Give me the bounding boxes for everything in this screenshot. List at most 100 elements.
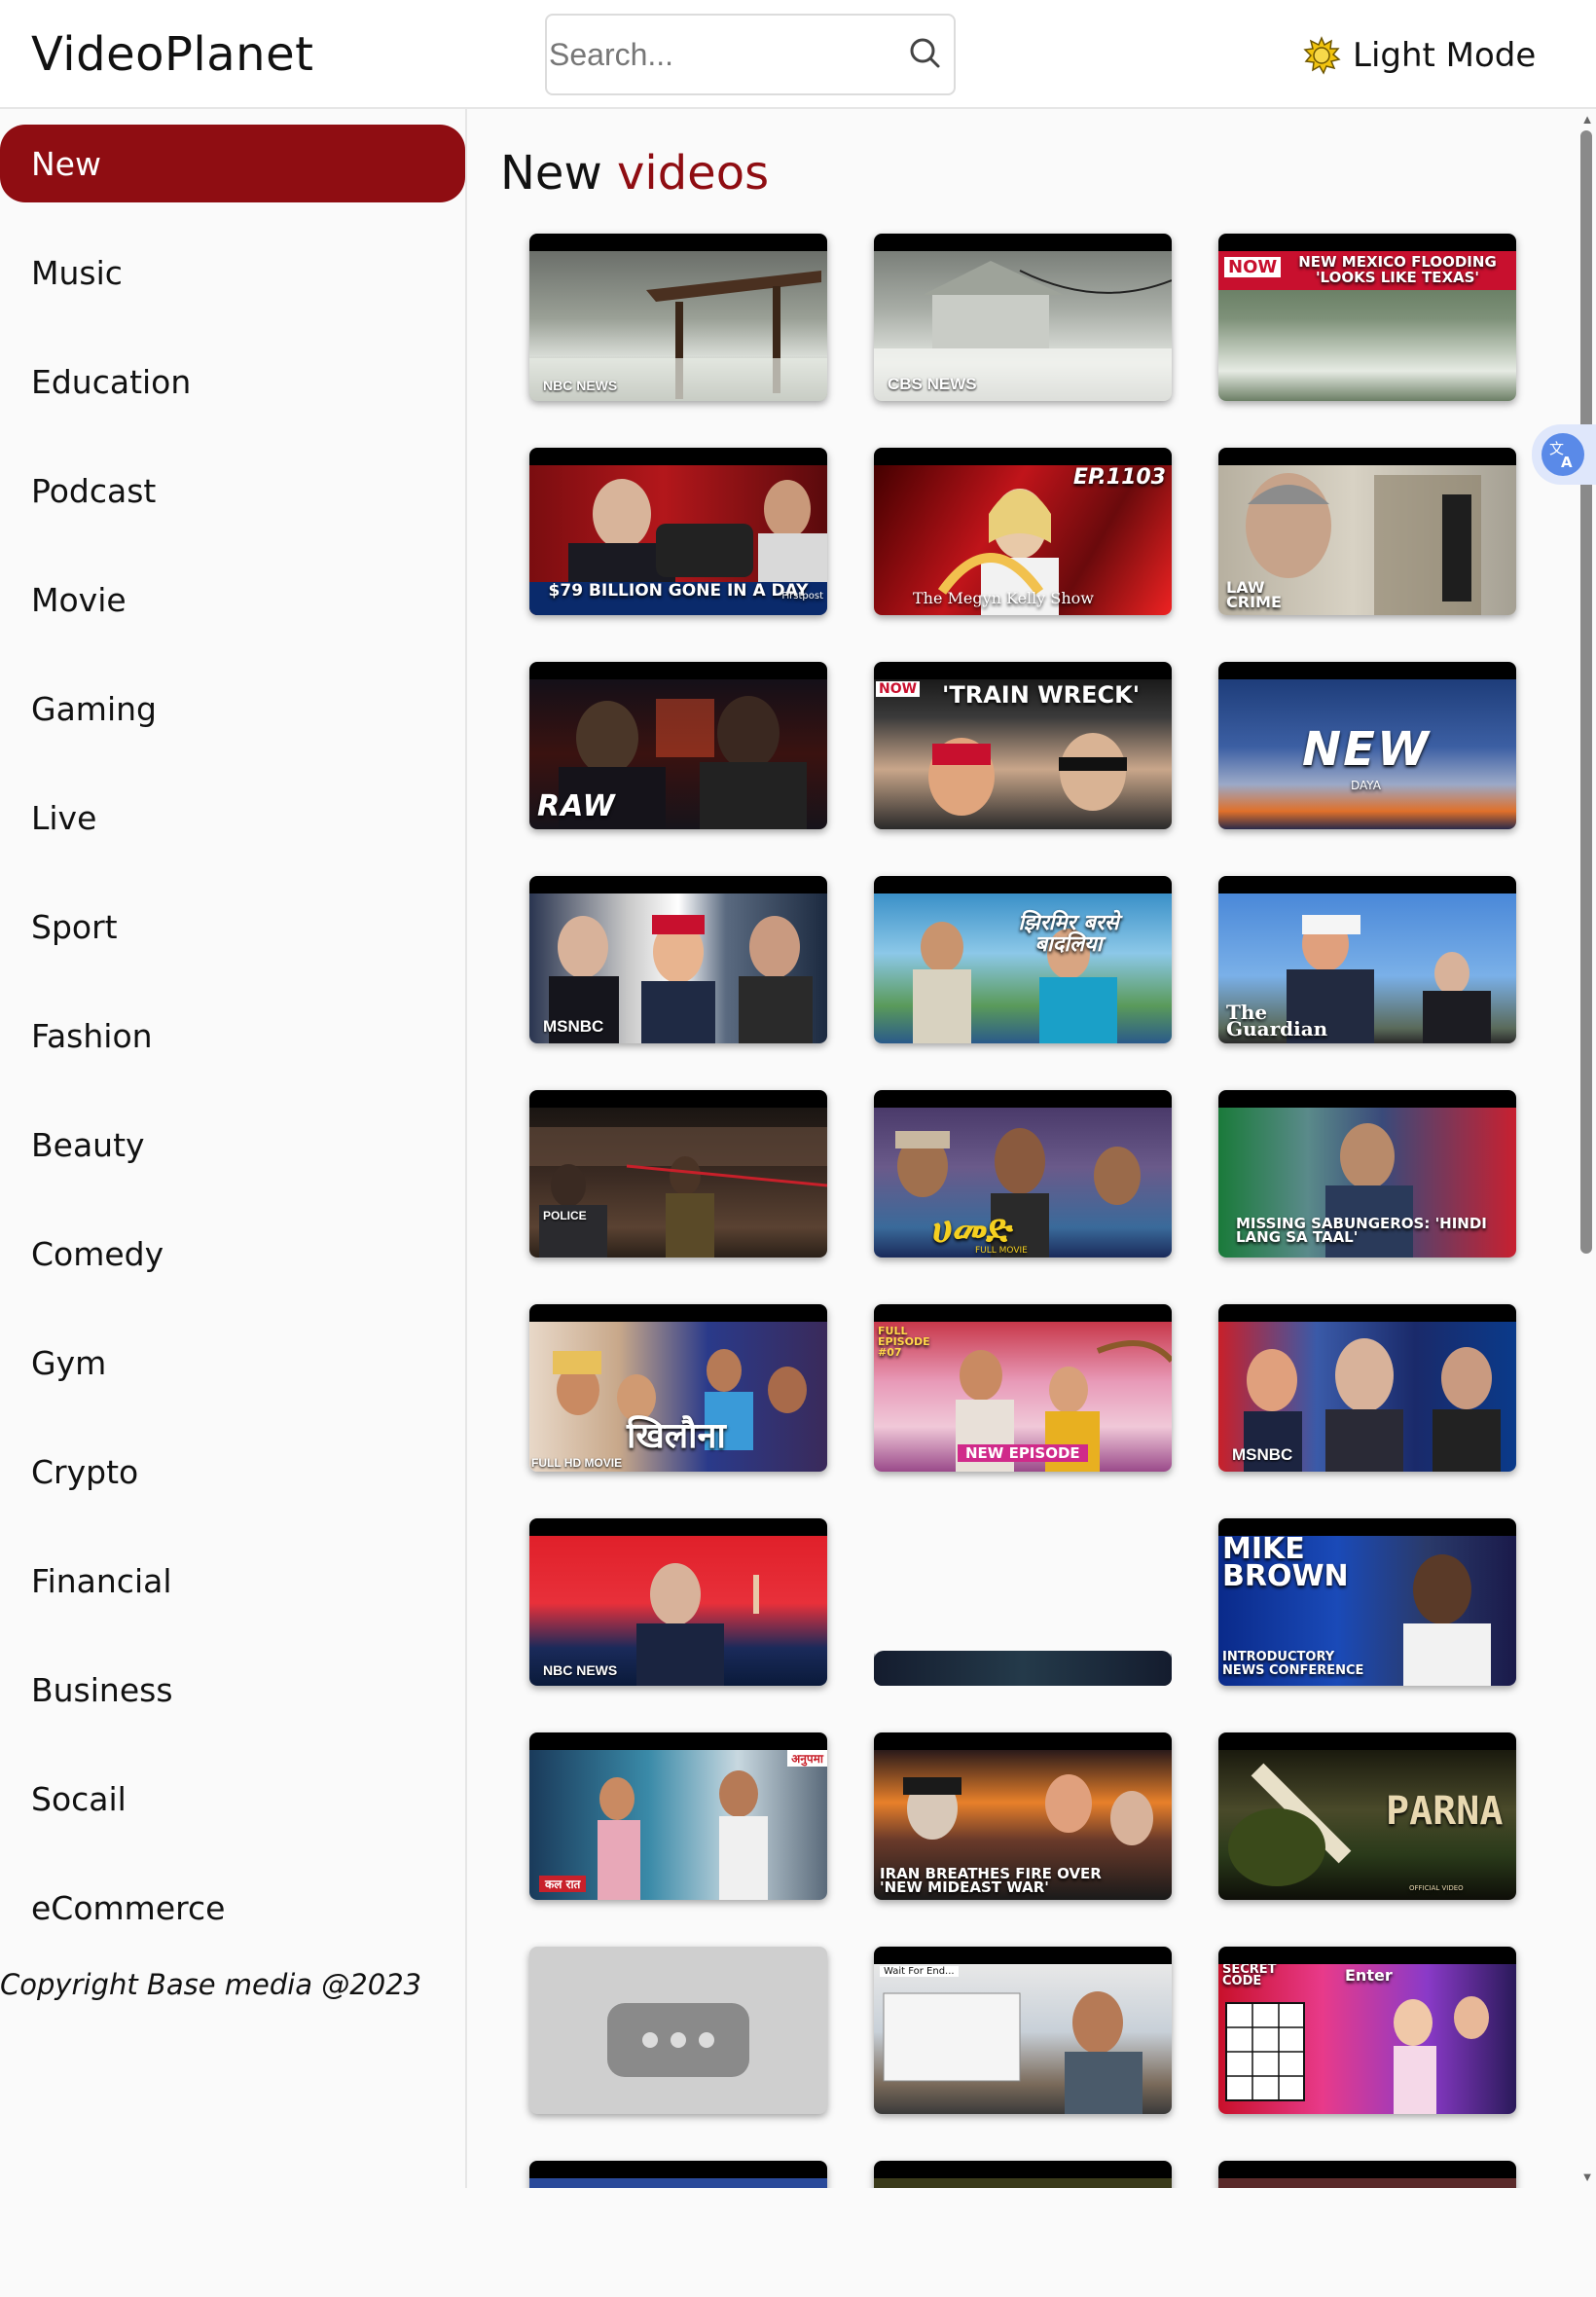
sidebar-item-socail[interactable]: Socail [0, 1760, 465, 1838]
search-button[interactable] [899, 29, 950, 80]
night-scene-image [529, 1127, 827, 1258]
video-thumbnail[interactable]: ሀመድ FULL MOVIE [874, 1090, 1172, 1258]
video-caption: NEW EPISODE [958, 1444, 1088, 1462]
channel-badge: DAYA [1351, 779, 1381, 792]
video-caption: NEW MEXICO FLOODING 'LOOKS LIKE TEXAS' [1298, 253, 1497, 286]
video-caption: RAW [537, 789, 616, 823]
video-thumbnail[interactable]: NBC NEWS [529, 1518, 827, 1686]
video-caption: कल रात [539, 1876, 587, 1892]
video-caption: MSNBC [1232, 1445, 1293, 1465]
sidebar-item-movie[interactable]: Movie [0, 561, 465, 638]
video-thumbnail[interactable]: NBC NEWS [529, 234, 827, 401]
copyright-text: Copyright Base media @2023 [0, 1968, 422, 2001]
channel-badge: OFFICIAL VIDEO [1409, 1884, 1464, 1892]
video-caption: SECRET CODE [1222, 1962, 1277, 1988]
video-caption: The Guardian [1226, 1001, 1328, 1040]
live-badge: NOW [1224, 257, 1282, 277]
video-thumbnail[interactable]: खिलौना FULL HD MOVIE [529, 1304, 827, 1472]
page-footer-area [0, 2188, 1596, 2297]
search-input[interactable] [549, 18, 899, 91]
game-badge: Enter [1345, 1966, 1393, 1985]
video-caption: Wait For End... [880, 1966, 959, 1977]
sidebar-item-comedy[interactable]: Comedy [0, 1215, 465, 1293]
live-badge: NOW [876, 681, 921, 697]
theme-toggle[interactable]: Light Mode [1302, 33, 1536, 78]
video-caption: LAW CRIME [1226, 578, 1282, 611]
top-header: VideoPlanet Light Mode [0, 0, 1596, 109]
channel-badge: Firstpost [781, 591, 823, 602]
video-thumbnail[interactable]: LAW CRIME [1218, 448, 1516, 615]
sun-icon [1303, 36, 1341, 75]
episode-badge: EP.1103 [1072, 465, 1166, 490]
video-thumbnail[interactable]: MSNBC [529, 876, 827, 1043]
video-thumbnail[interactable]: MSNBC [1218, 1304, 1516, 1472]
video-thumbnail[interactable] [874, 2161, 1172, 2188]
video-caption: The Megyn Kelly Show [913, 589, 1094, 607]
svg-text:A: A [1561, 454, 1573, 471]
site-logo[interactable]: VideoPlanet [31, 27, 313, 82]
video-thumbnail[interactable]: CBS NEWS [874, 234, 1172, 401]
sidebar-item-podcast[interactable]: Podcast [0, 452, 465, 529]
sidebar-item-gaming[interactable]: Gaming [0, 670, 465, 747]
video-thumbnail-loading[interactable] [874, 1518, 1172, 1686]
video-thumbnail[interactable]: झिरमिर बरसे बादलिया [874, 876, 1172, 1043]
tech-review-image [883, 1991, 1143, 2114]
search-icon [910, 38, 940, 68]
video-caption: PARNA [1386, 1789, 1504, 1834]
sidebar-item-crypto[interactable]: Crypto [0, 1433, 465, 1511]
video-thumbnail[interactable]: FULL EPISODE #07 NEW EPISODE [874, 1304, 1172, 1472]
video-caption: NBC NEWS [543, 378, 618, 394]
event-badge: INTRODUCTORY NEWS CONFERENCE [1222, 1650, 1364, 1678]
film-title: खिलौना [627, 1416, 726, 1456]
video-thumbnail-placeholder[interactable] [529, 1947, 827, 2114]
scrollbar-thumb[interactable] [1580, 130, 1592, 1254]
video-thumbnail[interactable] [529, 2161, 827, 2188]
theme-toggle-label: Light Mode [1353, 36, 1537, 75]
video-thumbnail[interactable]: PARNA OFFICIAL VIDEO [1218, 1732, 1516, 1900]
video-caption: MISSING SABUNGEROS: 'HINDI LANG SA TAAL' [1236, 1215, 1487, 1246]
search-box [545, 14, 956, 95]
video-thumbnail[interactable]: MISSING SABUNGEROS: 'HINDI LANG SA TAAL' [1218, 1090, 1516, 1258]
sidebar-item-financial[interactable]: Financial [0, 1542, 465, 1620]
video-thumbnail[interactable]: RAW [529, 662, 827, 829]
video-thumbnail[interactable]: EP.1103 The Megyn Kelly Show [874, 448, 1172, 615]
video-thumbnail[interactable]: $79 BILLION GONE IN A DAY Firstpost [529, 448, 827, 615]
sidebar-item-sport[interactable]: Sport [0, 888, 465, 966]
video-thumbnail[interactable]: IRAN BREATHES FIRE OVER 'NEW MIDEAST WAR… [874, 1732, 1172, 1900]
video-thumbnail[interactable]: NEW DAYA [1218, 662, 1516, 829]
video-caption: IRAN BREATHES FIRE OVER 'NEW MIDEAST WAR… [880, 1865, 1102, 1896]
video-thumbnail[interactable]: NOW 'TRAIN WRECK' [874, 662, 1172, 829]
sidebar-item-music[interactable]: Music [0, 234, 465, 311]
video-caption: POLICE [543, 1209, 587, 1223]
sidebar-item-ecommerce[interactable]: eCommerce [0, 1869, 465, 1947]
sidebar-item-beauty[interactable]: Beauty [0, 1106, 465, 1184]
video-thumbnail[interactable]: Wait For End... [874, 1947, 1172, 2114]
sidebar-item-education[interactable]: Education [0, 343, 465, 420]
page-title-accent: videos [616, 146, 770, 201]
video-feed: New videos NBC NEWS CBS NEWS NOW NEW MEX… [469, 109, 1578, 2188]
scroll-up-arrow[interactable]: ▲ [1578, 109, 1596, 130]
sidebar-item-new[interactable]: New [0, 125, 465, 202]
video-thumbnail[interactable] [1218, 2161, 1516, 2188]
movie-cast-image [895, 1128, 1141, 1258]
video-thumbnail[interactable]: SECRET CODE Enter [1218, 1947, 1516, 2114]
video-thumbnail[interactable]: POLICE [529, 1090, 827, 1258]
sidebar-item-fashion[interactable]: Fashion [0, 997, 465, 1075]
sidebar-item-business[interactable]: Business [0, 1651, 465, 1729]
video-caption: MIKE BROWN [1222, 1532, 1349, 1593]
scroll-down-arrow[interactable]: ▼ [1578, 2167, 1596, 2188]
sidebar-item-live[interactable]: Live [0, 779, 465, 857]
translate-icon: 文 A [1542, 433, 1584, 476]
sidebar-nav: New Music Education Podcast Movie Gaming… [0, 109, 467, 2188]
video-thumbnail[interactable]: The Guardian [1218, 876, 1516, 1043]
translate-button[interactable]: 文 A [1532, 424, 1596, 485]
video-caption: NEW [1302, 722, 1431, 777]
show-badge: अनुपमा [787, 1750, 827, 1767]
page-title: New videos [500, 146, 769, 201]
video-thumbnail[interactable]: कल रात अनुपमा [529, 1732, 827, 1900]
sidebar-item-gym[interactable]: Gym [0, 1324, 465, 1402]
video-thumbnail[interactable]: MIKE BROWN INTRODUCTORY NEWS CONFERENCE [1218, 1518, 1516, 1686]
video-thumbnail[interactable]: NOW NEW MEXICO FLOODING 'LOOKS LIKE TEXA… [1218, 234, 1516, 401]
channel-badge: FULL MOVIE [975, 1246, 1028, 1256]
video-caption: NBC NEWS [543, 1662, 618, 1679]
